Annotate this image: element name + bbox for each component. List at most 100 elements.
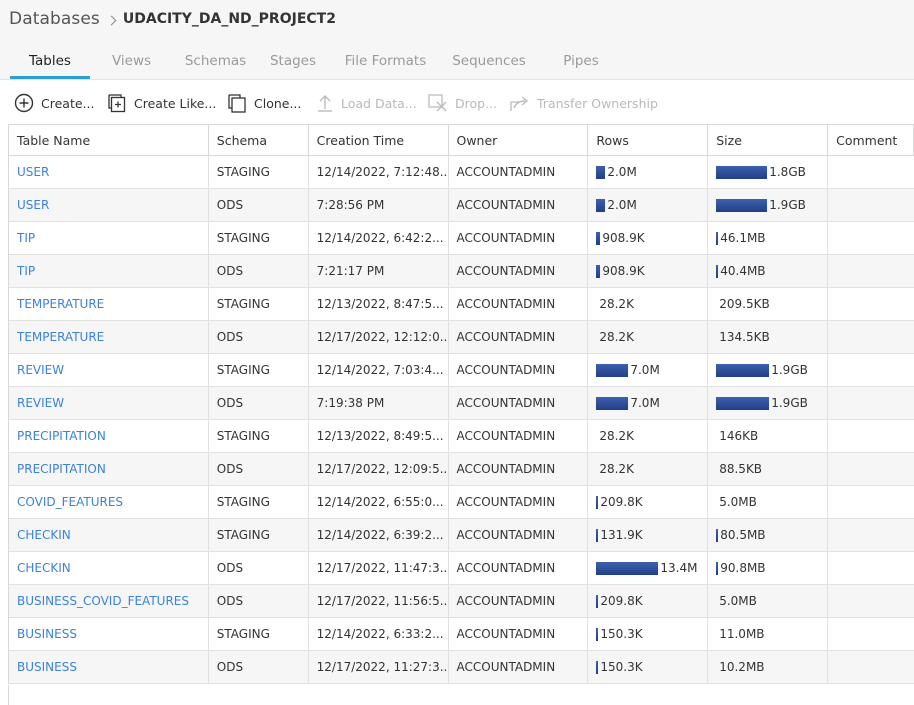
rows-bar (596, 660, 599, 674)
tab-stages[interactable]: Stages (258, 48, 328, 79)
tab-pipes[interactable]: Pipes (535, 48, 627, 79)
size-value: 1.9GB (769, 198, 806, 212)
schema-cell: ODS (209, 189, 309, 221)
table-row[interactable]: BUSINESS STAGING 12/14/2022, 6:33:2... ACCO… (9, 618, 914, 651)
column-header-owner[interactable]: Owner (449, 125, 589, 155)
column-header-rows[interactable]: Rows (588, 125, 709, 155)
schema-cell: STAGING (209, 288, 309, 320)
column-header-schema[interactable]: Schema (209, 125, 309, 155)
table-name-text[interactable]: USER (17, 198, 49, 212)
size-value: 46.1MB (720, 231, 766, 245)
size-cell: 134.5KB (708, 321, 829, 353)
table-name-text[interactable]: PRECIPITATION (17, 462, 106, 476)
comment-cell (828, 387, 914, 419)
tab-tables[interactable]: Tables (10, 48, 90, 79)
column-header-creation-time[interactable]: Creation Time (309, 125, 449, 155)
size-value: 10.2MB (719, 660, 765, 674)
table-row[interactable]: BUSINESS ODS 12/17/2022, 11:27:3... ACCOUNT… (9, 651, 914, 684)
schema-cell: STAGING (209, 618, 309, 650)
table-name-text[interactable]: BUSINESS (17, 627, 77, 641)
table-row[interactable]: PRECIPITATION STAGING 12/13/2022, 8:49:5..… (9, 420, 914, 453)
table-row[interactable]: CHECKIN ODS 12/17/2022, 11:47:3... ACCOUNTA… (9, 552, 914, 585)
drop-button[interactable]: Drop... (428, 93, 497, 113)
rows-cell: 150.3K (588, 618, 709, 650)
table-row[interactable]: USER ODS 7:28:56 PM ACCOUNTADMIN 2.0M 1.9GB (9, 189, 914, 222)
rows-cell: 908.9K (588, 222, 709, 254)
rows-value: 13.4M (660, 561, 698, 575)
rows-value: 150.3K (600, 660, 643, 674)
breadcrumb-databases-link[interactable]: Databases (9, 9, 100, 29)
table-name-text[interactable]: CHECKIN (17, 528, 71, 542)
table-name-link: TIP (9, 222, 209, 254)
tab-schemas[interactable]: Schemas (173, 48, 258, 79)
table-row[interactable]: TEMPERATURE STAGING 12/13/2022, 8:47:5... A… (9, 288, 914, 321)
schema-cell: ODS (209, 651, 309, 683)
table-row[interactable]: TEMPERATURE ODS 12/17/2022, 12:12:0... ACCO… (9, 321, 914, 354)
load-data-button[interactable]: Load Data... (316, 93, 417, 113)
table-name-text[interactable]: BUSINESS_COVID_FEATURES (17, 594, 189, 608)
schema-cell: STAGING (209, 486, 309, 518)
create-button[interactable]: Create... (14, 93, 94, 113)
rows-cell: 131.9K (588, 519, 709, 551)
tab-sequences[interactable]: Sequences (443, 48, 535, 79)
table-name-link: COVID_FEATURES (9, 486, 209, 518)
table-name-text[interactable]: COVID_FEATURES (17, 495, 123, 509)
size-bar (716, 198, 768, 212)
toolbar: Create... Create Like... Clone... Load D… (0, 79, 914, 124)
table-row[interactable]: TIP ODS 7:21:17 PM ACCOUNTADMIN 908.9K 40.4MB (9, 255, 914, 288)
table-name-link: BUSINESS_COVID_FEATURES (9, 585, 209, 617)
drop-label: Drop... (455, 95, 497, 111)
table-name-text[interactable]: BUSINESS (17, 660, 77, 674)
rows-value: 28.2K (599, 330, 634, 344)
rows-bar (596, 594, 599, 608)
table-row[interactable]: CHECKIN STAGING 12/14/2022, 6:39:2... ACCOU… (9, 519, 914, 552)
header-area: Databases UDACITY_DA_ND_PROJECT2 Tables … (0, 0, 914, 79)
table-row[interactable]: BUSINESS_COVID_FEATURES ODS 12/17/2022, 11… (9, 585, 914, 618)
comment-cell (828, 651, 914, 683)
column-header-table-name[interactable]: Table Name (9, 125, 209, 155)
transfer-ownership-button[interactable]: Transfer Ownership (509, 93, 658, 113)
table-row[interactable]: PRECIPITATION ODS 12/17/2022, 12:09:5... AC… (9, 453, 914, 486)
column-header-comment[interactable]: Comment (828, 125, 914, 155)
size-bar (716, 363, 770, 377)
table-name-link: REVIEW (9, 354, 209, 386)
comment-cell (828, 585, 914, 617)
rows-cell: 2.0M (588, 189, 709, 221)
table-name-text[interactable]: TEMPERATURE (17, 297, 104, 311)
table-name-text[interactable]: PRECIPITATION (17, 429, 106, 443)
size-value: 90.8MB (720, 561, 766, 575)
comment-cell (828, 321, 914, 353)
table-name-text[interactable]: USER (17, 165, 49, 179)
table-name-text[interactable]: TIP (17, 231, 35, 245)
table-row[interactable]: REVIEW ODS 7:19:38 PM ACCOUNTADMIN 7.0M 1.9GB (9, 387, 914, 420)
copy-icon (228, 93, 246, 113)
table-row[interactable]: TIP STAGING 12/14/2022, 6:42:2... ACCOUNTAD… (9, 222, 914, 255)
table-name-link: PRECIPITATION (9, 420, 209, 452)
table-row[interactable]: USER STAGING 12/14/2022, 7:12:48... ACCOUNT… (9, 156, 914, 189)
owner-cell: ACCOUNTADMIN (449, 288, 589, 320)
table-name-text[interactable]: CHECKIN (17, 561, 71, 575)
tab-file-formats[interactable]: File Formats (328, 48, 443, 79)
table-name-link: CHECKIN (9, 519, 209, 551)
table-row[interactable]: REVIEW STAGING 12/14/2022, 7:03:4... ACCOUN… (9, 354, 914, 387)
column-header-size[interactable]: Size (708, 125, 829, 155)
table-name-text[interactable]: REVIEW (17, 396, 64, 410)
creation-time-cell: 12/13/2022, 8:49:5... (309, 420, 449, 452)
object-tabs: Tables Views Schemas Stages File Formats… (10, 48, 627, 79)
share-arrow-icon (510, 96, 529, 111)
create-like-button[interactable]: Create Like... (108, 93, 216, 113)
table-row[interactable]: COVID_FEATURES STAGING 12/14/2022, 6:55:0.… (9, 486, 914, 519)
size-cell: 88.5KB (708, 453, 829, 485)
table-name-text[interactable]: REVIEW (17, 363, 64, 377)
size-cell: 46.1MB (708, 222, 829, 254)
table-name-link: TEMPERATURE (9, 321, 209, 353)
schema-cell: ODS (209, 321, 309, 353)
table-name-text[interactable]: TIP (17, 264, 35, 278)
size-bar (716, 528, 719, 542)
rows-value: 150.3K (600, 627, 643, 641)
tab-views[interactable]: Views (90, 48, 173, 79)
table-name-text[interactable]: TEMPERATURE (17, 330, 104, 344)
size-bar (716, 231, 719, 245)
clone-button[interactable]: Clone... (228, 93, 301, 113)
size-cell: 209.5KB (708, 288, 829, 320)
